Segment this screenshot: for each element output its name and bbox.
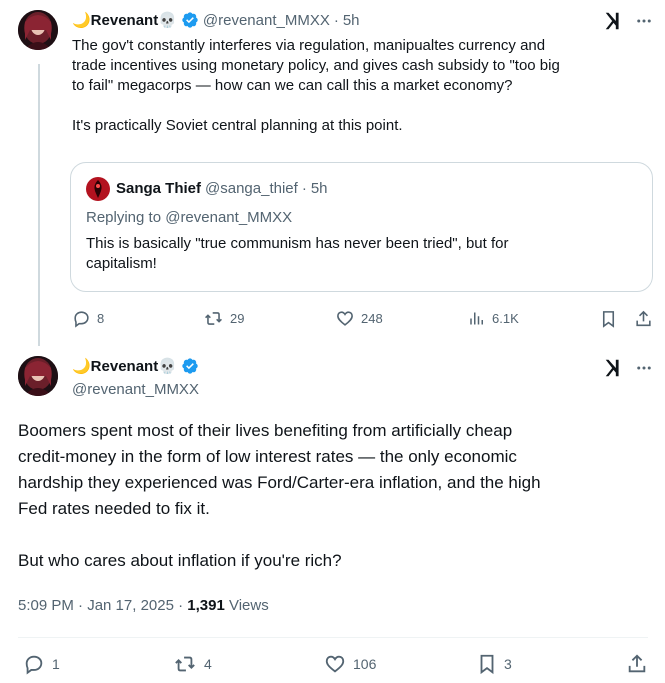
handle[interactable]: @revenant_MMXX bbox=[203, 12, 330, 29]
like-count: 248 bbox=[361, 311, 383, 326]
quote-text-line: This is basically "true communism has ne… bbox=[86, 235, 509, 252]
repost-button[interactable]: 29 bbox=[203, 309, 244, 328]
share-icon[interactable] bbox=[626, 653, 648, 675]
bookmark-icon bbox=[480, 654, 494, 675]
display-name[interactable]: 🌙Revenant💀 bbox=[72, 357, 177, 375]
more-icon[interactable] bbox=[635, 12, 653, 30]
quote-avatar-image bbox=[86, 177, 110, 201]
bookmark-count: 3 bbox=[504, 656, 512, 672]
reply-icon bbox=[25, 655, 43, 675]
verified-icon bbox=[182, 12, 198, 28]
tweet-text-line: The gov't constantly interferes via regu… bbox=[72, 37, 546, 54]
quote-timestamp[interactable]: 5h bbox=[311, 180, 328, 197]
tweet-meta: 5:09 PM · Jan 17, 2025 · 1,391 Views bbox=[18, 597, 269, 614]
quote-handle[interactable]: @sanga_thief bbox=[205, 180, 298, 197]
tweet-timestamp[interactable]: 5:09 PM · Jan 17, 2025 · bbox=[18, 597, 187, 614]
tweet-text-line: hardship they experienced was Ford/Carte… bbox=[18, 473, 541, 492]
tweet-text-line: credit-money in the form of low interest… bbox=[18, 447, 517, 466]
separator: · bbox=[301, 180, 307, 197]
quote-text: This is basically "true communism has ne… bbox=[86, 234, 646, 274]
repost-count: 4 bbox=[204, 656, 212, 672]
tweet-text-line: Boomers spent most of their lives benefi… bbox=[18, 421, 513, 440]
more-icon[interactable] bbox=[635, 359, 653, 377]
divider bbox=[18, 637, 648, 638]
avatar-image bbox=[18, 10, 58, 50]
main-tweet-text: Boomers spent most of their lives benefi… bbox=[18, 418, 648, 574]
quote-text-line: capitalism! bbox=[86, 255, 157, 272]
like-count: 106 bbox=[353, 656, 377, 672]
views-label: Views bbox=[224, 597, 269, 614]
repost-icon bbox=[175, 656, 195, 672]
like-icon bbox=[337, 311, 353, 326]
avatar[interactable] bbox=[18, 356, 58, 396]
tweet-text-line: Fed rates needed to fix it. bbox=[18, 499, 210, 518]
reply-icon bbox=[74, 311, 89, 328]
thread-line bbox=[38, 64, 40, 346]
reply-count: 8 bbox=[97, 311, 105, 326]
separator: · bbox=[333, 11, 339, 29]
timestamp[interactable]: 5h bbox=[343, 12, 360, 29]
handle[interactable]: @revenant_MMXX bbox=[72, 381, 199, 398]
avatar-image bbox=[18, 356, 58, 396]
views-count: 6.1K bbox=[492, 311, 519, 326]
reply-button[interactable]: 1 bbox=[22, 653, 60, 675]
tweet-text-line: It's practically Soviet central planning… bbox=[72, 117, 403, 134]
views-number: 1,391 bbox=[187, 597, 225, 614]
views-icon bbox=[470, 312, 483, 325]
tweet-text-line: to fail" megacorps — how can we can call… bbox=[72, 77, 513, 94]
like-button[interactable]: 248 bbox=[335, 309, 383, 328]
grok-icon[interactable] bbox=[603, 10, 625, 32]
verified-icon bbox=[182, 358, 198, 374]
grok-icon[interactable] bbox=[603, 357, 625, 379]
share-icon[interactable] bbox=[634, 309, 653, 329]
like-button[interactable]: 106 bbox=[323, 653, 376, 675]
display-name[interactable]: 🌙Revenant💀 bbox=[72, 11, 177, 29]
tweet-text-line: But who cares about inflation if you're … bbox=[18, 551, 342, 570]
quote-avatar[interactable] bbox=[86, 177, 110, 201]
reply-button[interactable]: 8 bbox=[72, 309, 104, 328]
views-button[interactable]: 6.1K bbox=[468, 309, 519, 328]
quote-tweet-card[interactable]: Sanga Thief @sanga_thief · 5h Replying t… bbox=[70, 162, 653, 292]
bookmark-icon[interactable] bbox=[599, 309, 618, 329]
reply-count: 1 bbox=[52, 656, 60, 672]
quote-display-name[interactable]: Sanga Thief bbox=[116, 180, 201, 197]
tweet-text-line: trade incentives using monetary policy, … bbox=[72, 57, 560, 74]
tweet-text: The gov't constantly interferes via regu… bbox=[72, 36, 652, 136]
repost-icon bbox=[205, 312, 222, 325]
bookmark-button[interactable]: 3 bbox=[476, 653, 512, 675]
like-icon bbox=[325, 655, 345, 673]
avatar[interactable] bbox=[18, 10, 58, 50]
replying-to[interactable]: Replying to @revenant_MMXX bbox=[86, 209, 292, 226]
repost-button[interactable]: 4 bbox=[172, 653, 212, 675]
repost-count: 29 bbox=[230, 311, 245, 326]
